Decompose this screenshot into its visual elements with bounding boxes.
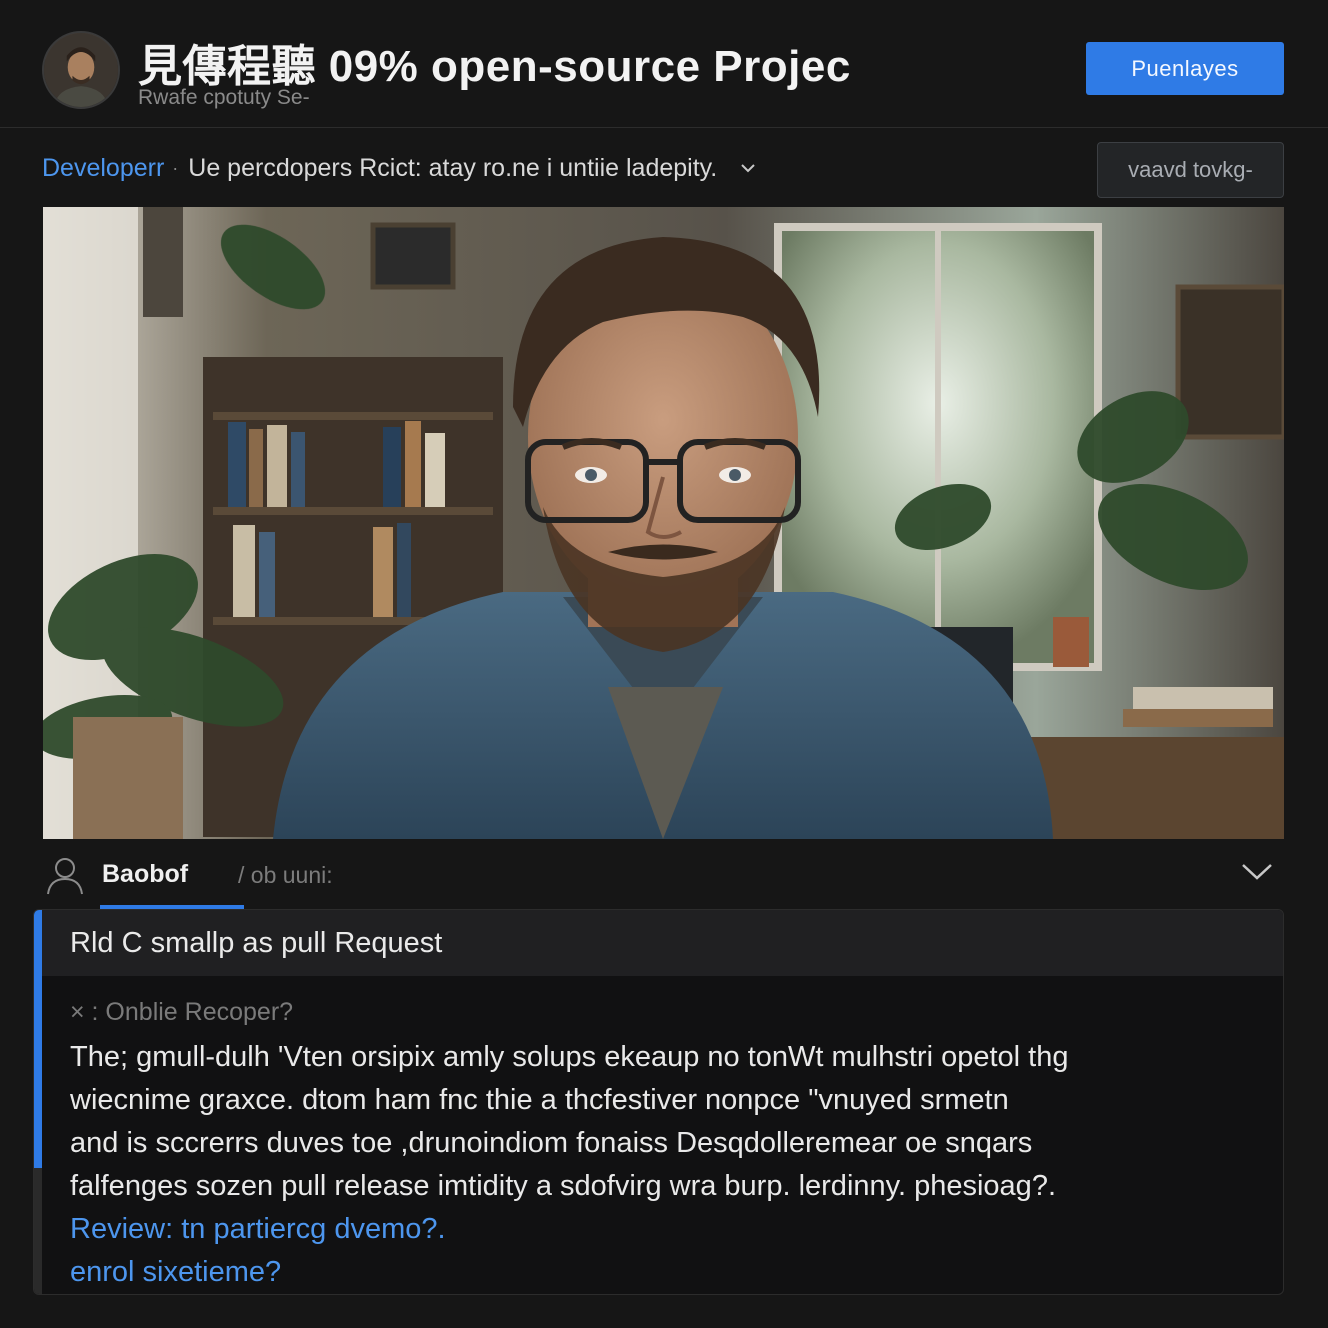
body-line: wiecnime graxce. dtom ham fnc thie a thc… [70, 1084, 1009, 1116]
body-line: The; gmull-dulh 'Vten orsipix amly solup… [70, 1041, 1069, 1073]
card-accent-bar-muted [34, 1168, 42, 1294]
card-accent-bar [34, 910, 42, 1168]
enrol-link[interactable]: enrol sixetieme? [70, 1251, 1260, 1294]
user-avatar-icon [44, 33, 118, 107]
page-subtitle: Rwafe cpotuty Se- [138, 86, 310, 109]
chevron-down-icon[interactable] [739, 159, 757, 177]
card-title: Rld C smallp as pull Request [70, 927, 443, 959]
breadcrumb-separator: · [172, 157, 179, 178]
card-question: × : Onblie Recoper? [70, 998, 294, 1026]
primary-action-button[interactable]: Puenlayes [1086, 42, 1284, 95]
author-meta: / ob uuni: [238, 862, 333, 888]
breadcrumb-link[interactable]: Developerr [42, 154, 164, 183]
pull-request-card: Rld C smallp as pull Request × : Onblie … [33, 909, 1284, 1295]
page-title: 見傳程聽 09% open-source Projec [138, 42, 851, 91]
author-row: Baobof / ob uuni: [42, 850, 1284, 910]
secondary-action-button[interactable]: vaavd tovkg- [1097, 142, 1284, 198]
body-line: and is sccrerrs duves toe ,drunoindiom f… [70, 1127, 1033, 1159]
review-link[interactable]: Review: tn partiercg dvemo?. [70, 1208, 1260, 1251]
card-header: Rld C smallp as pull Request [42, 910, 1283, 976]
body-line: falfenges sozen pull release imtidity a … [70, 1170, 1056, 1202]
chevron-down-icon[interactable] [1240, 858, 1274, 884]
avatar[interactable] [42, 31, 120, 109]
breadcrumb-description: Ue percdopers Rcict: atay ro.ne i untiie… [188, 153, 718, 182]
developer-portrait-image [43, 207, 1284, 839]
page-header: 見傳程聽 09% open-source Projec Rwafe cpotut… [0, 0, 1328, 128]
portrait-illustration [43, 207, 1284, 839]
user-icon [47, 858, 83, 895]
card-body: The; gmull-dulh 'Vten orsipix amly solup… [70, 1036, 1260, 1294]
pr-review-page: 見傳程聽 09% open-source Projec Rwafe cpotut… [0, 0, 1328, 1328]
breadcrumb: Developerr · Ue percdopers Rcict: atay r… [42, 146, 757, 190]
author-name[interactable]: Baobof [102, 860, 188, 889]
